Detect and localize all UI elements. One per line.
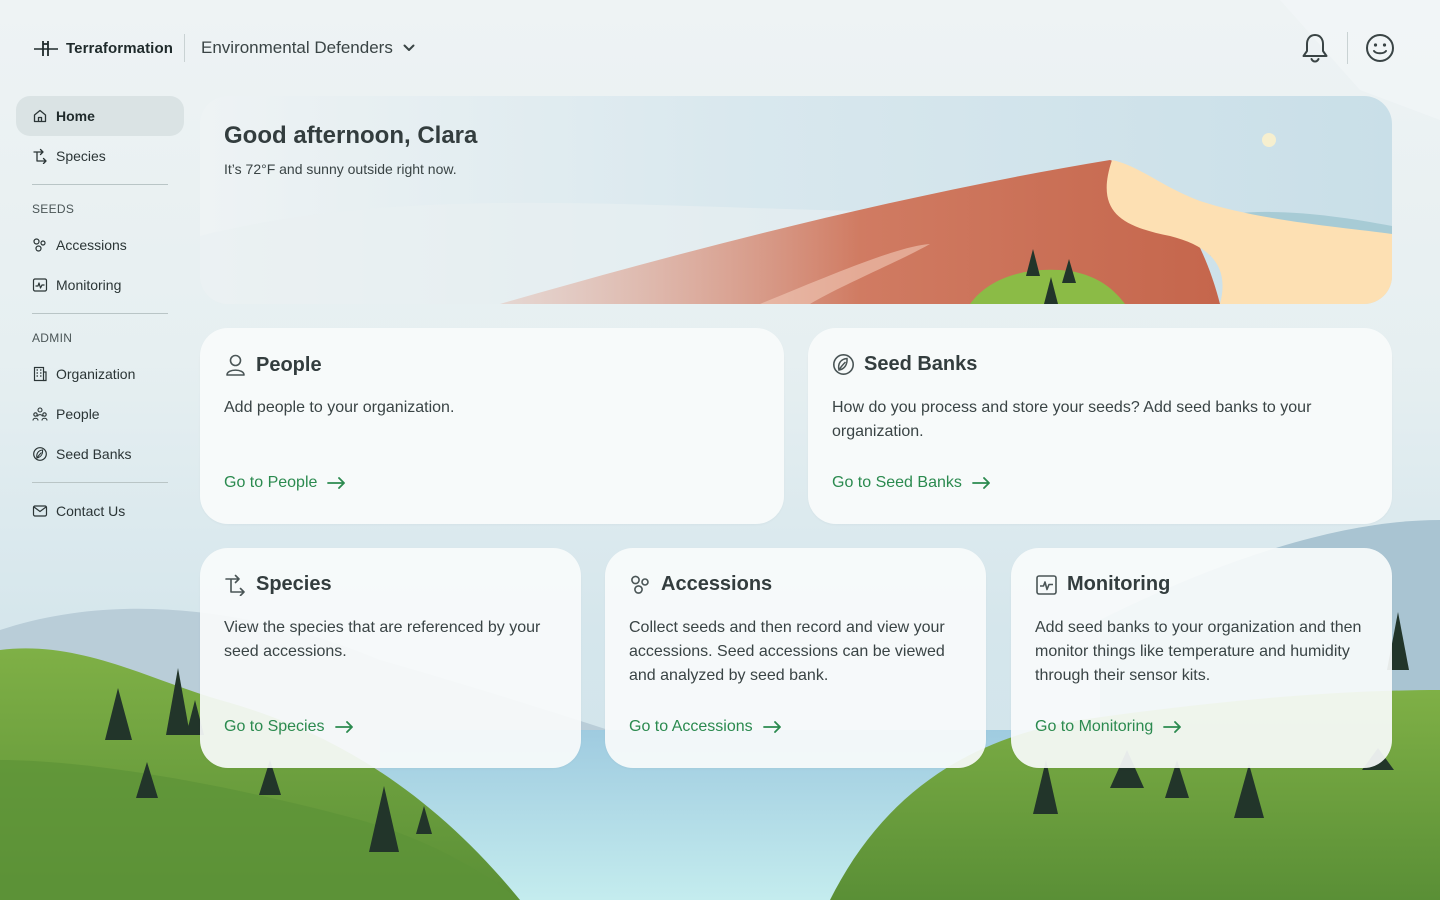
sidebar-item-label: Home (56, 108, 95, 124)
species-icon (225, 574, 245, 596)
species-icon (33, 148, 47, 164)
welcome-banner: Good afternoon, Clara It’s 72°F and sunn… (200, 96, 1392, 304)
bell-icon[interactable] (1300, 32, 1330, 64)
link-label: Go to Species (224, 718, 325, 735)
mail-icon (32, 505, 48, 517)
seed-banks-card: Seed Banks How do you process and store … (808, 328, 1392, 524)
sidebar-nav: Home Species SEEDS Accessions Monitoring… (16, 96, 184, 531)
card-description: Collect seeds and then record and view y… (629, 619, 945, 684)
monitoring-icon (32, 278, 48, 292)
greeting-title: Good afternoon, Clara (224, 122, 478, 149)
card-description: View the species that are referenced by … (224, 619, 541, 660)
seed-bank-icon (833, 354, 854, 375)
link-label: Go to Seed Banks (832, 474, 962, 491)
home-icon (33, 109, 47, 123)
app-logo[interactable]: Terraformation (32, 36, 173, 60)
sidebar-item-home[interactable]: Home (16, 96, 184, 136)
accessions-icon (631, 575, 649, 594)
sidebar-item-label: Accessions (56, 237, 127, 253)
species-card: Species View the species that are refere… (200, 548, 581, 768)
go-to-people-link[interactable]: Go to People (224, 474, 346, 492)
card-description: Add seed banks to your organization and … (1035, 619, 1362, 684)
arrow-right-icon (334, 721, 353, 733)
header-divider (1347, 32, 1348, 64)
organization-icon (33, 366, 47, 382)
header-divider (184, 34, 185, 62)
sidebar-item-organization[interactable]: Organization (16, 354, 184, 394)
monitoring-icon (1036, 574, 1057, 595)
sidebar-item-seed-banks[interactable]: Seed Banks (16, 434, 184, 474)
card-title: Species (256, 573, 332, 595)
card-title: Monitoring (1067, 573, 1171, 595)
go-to-species-link[interactable]: Go to Species (224, 718, 353, 736)
card-description: How do you process and store your seeds?… (832, 399, 1312, 440)
card-header: Accessions (629, 573, 772, 596)
sidebar-section-admin: ADMIN (32, 331, 73, 345)
card-title: Accessions (661, 573, 773, 595)
arrow-right-icon (327, 477, 346, 489)
organization-switcher[interactable]: Environmental Defenders (201, 36, 415, 60)
card-title: Seed Banks (864, 353, 978, 375)
go-to-monitoring-link[interactable]: Go to Monitoring (1035, 718, 1182, 736)
card-header: Species (224, 573, 332, 596)
sidebar-item-species[interactable]: Species (16, 136, 184, 176)
go-to-seed-banks-link[interactable]: Go to Seed Banks (832, 474, 990, 492)
terraformation-logo-icon (34, 41, 58, 56)
sidebar-section-seeds: SEEDS (32, 202, 75, 216)
go-to-accessions-link[interactable]: Go to Accessions (629, 718, 781, 736)
sidebar-divider (32, 482, 168, 483)
sidebar-item-label: Organization (56, 366, 136, 382)
sidebar-item-people[interactable]: People (16, 394, 184, 434)
accessions-icon (33, 238, 46, 252)
sidebar-item-label: Contact Us (56, 503, 126, 519)
weather-text: It’s 72°F and sunny outside right now. (224, 161, 457, 177)
link-label: Go to Monitoring (1035, 718, 1154, 735)
card-header: Monitoring (1035, 573, 1170, 596)
sidebar-item-label: Seed Banks (56, 446, 132, 462)
seed-bank-icon (33, 447, 47, 461)
arrow-right-icon (1163, 721, 1182, 733)
top-bar: Terraformation Environmental Defenders (0, 0, 1440, 96)
link-label: Go to People (224, 474, 318, 491)
people-card: People Add people to your organization. … (200, 328, 784, 524)
card-description: Add people to your organization. (224, 399, 455, 416)
person-icon (226, 354, 245, 376)
sidebar-item-label: People (56, 406, 100, 422)
organization-name: Environmental Defenders (201, 38, 393, 57)
sidebar-item-label: Species (56, 148, 106, 164)
sidebar-item-contact-us[interactable]: Contact Us (16, 491, 184, 531)
arrow-right-icon (762, 721, 781, 733)
sidebar-divider (32, 313, 168, 314)
card-header: People (224, 353, 322, 377)
smiley-face-icon[interactable] (1365, 33, 1395, 63)
monitoring-card: Monitoring Add seed banks to your organi… (1011, 548, 1392, 768)
accessions-card: Accessions Collect seeds and then record… (605, 548, 986, 768)
sidebar-item-monitoring[interactable]: Monitoring (16, 265, 184, 305)
sidebar-divider (32, 184, 168, 185)
logo-text: Terraformation (66, 39, 173, 57)
arrow-right-icon (971, 477, 990, 489)
card-title: People (256, 353, 322, 376)
card-header: Seed Banks (832, 353, 977, 376)
people-icon (32, 407, 48, 421)
sidebar-item-label: Monitoring (56, 277, 122, 293)
sidebar-item-accessions[interactable]: Accessions (16, 225, 184, 265)
link-label: Go to Accessions (629, 718, 753, 735)
chevron-down-icon (403, 44, 415, 51)
